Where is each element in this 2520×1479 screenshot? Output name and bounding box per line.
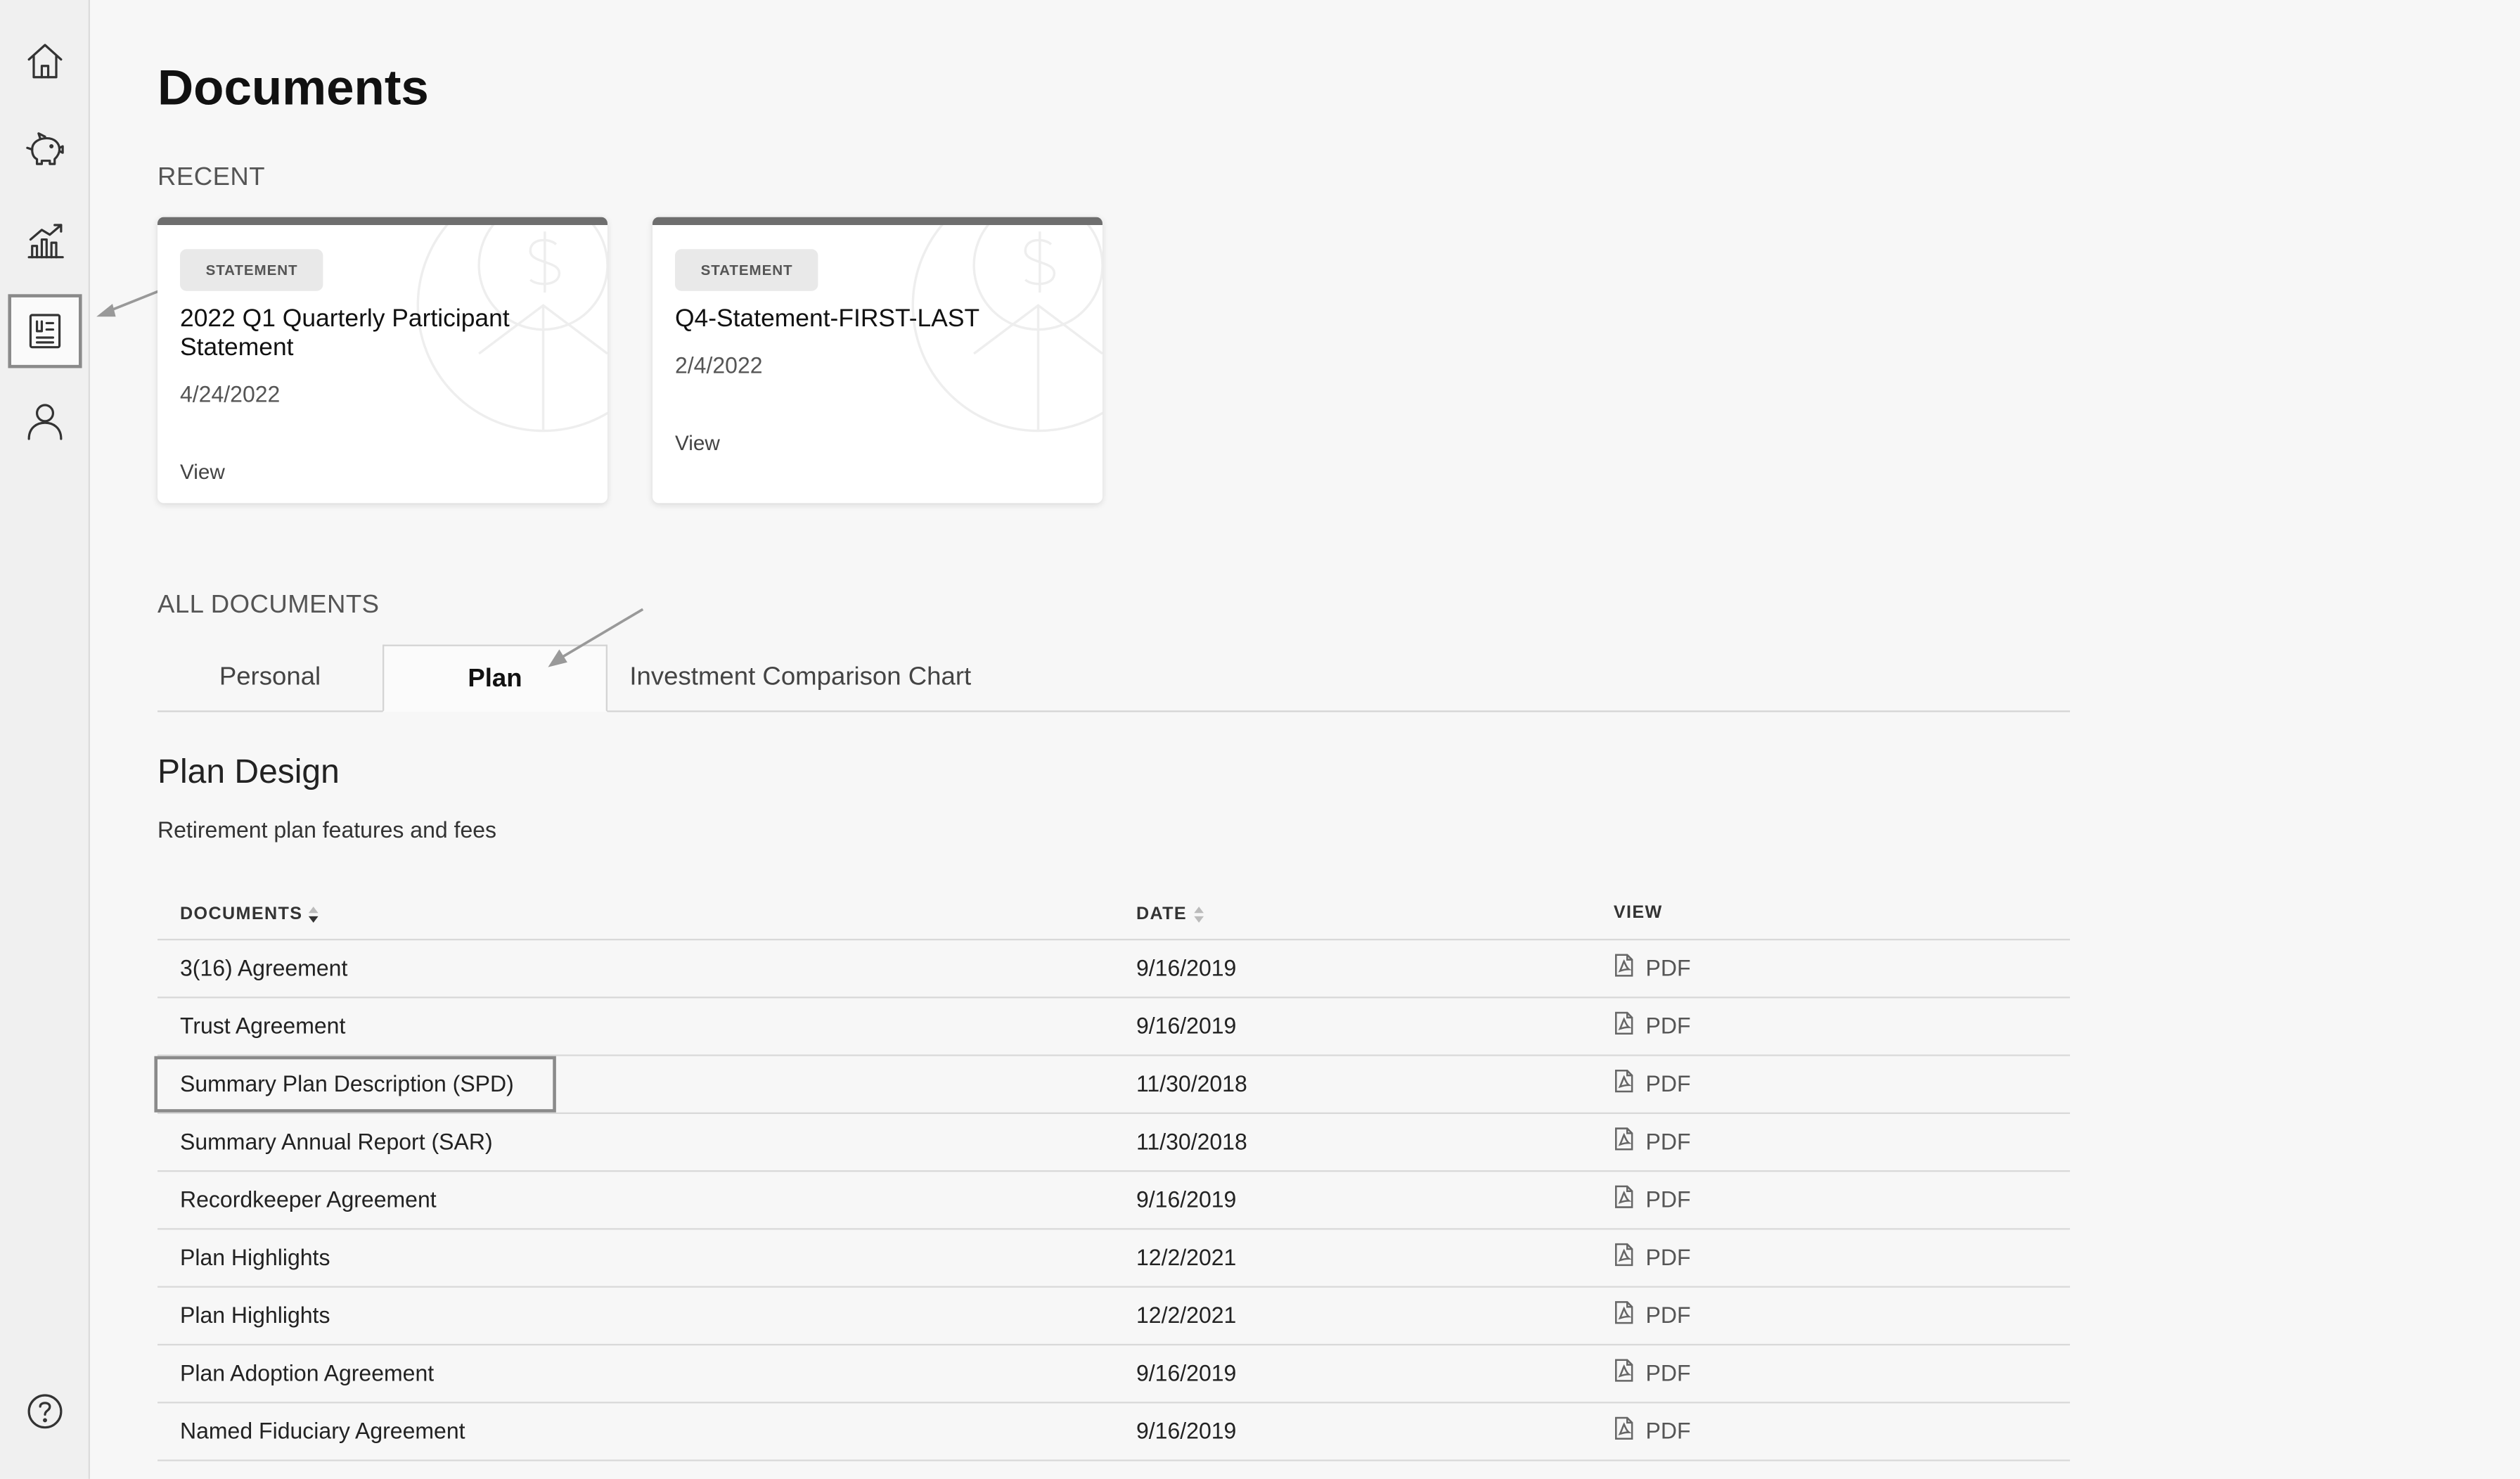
document-date: 11/30/2018	[1136, 1128, 1247, 1155]
pdf-link[interactable]: PDF	[1614, 998, 1691, 1054]
group-title: Plan Design	[157, 753, 340, 791]
recent-label: RECENT	[157, 164, 266, 191]
column-header-label: DATE	[1136, 904, 1188, 925]
pdf-link-label: PDF	[1645, 1359, 1691, 1386]
pdf-link[interactable]: PDF	[1614, 940, 1691, 997]
table-row: Plan Adoption Agreement 9/16/2019 PDF	[157, 1345, 2070, 1404]
document-date: 12/2/2021	[1136, 1244, 1237, 1270]
documents-icon	[29, 314, 61, 349]
chart-icon	[27, 224, 64, 259]
nav-performance[interactable]	[8, 204, 82, 278]
document-name[interactable]: Plan Highlights	[180, 1288, 330, 1344]
home-icon	[27, 44, 63, 79]
document-date: 9/16/2019	[1136, 1186, 1237, 1212]
group-subtitle: Retirement plan features and fees	[157, 817, 497, 843]
pdf-link-label: PDF	[1645, 1244, 1691, 1270]
pdf-link-label: PDF	[1645, 1128, 1691, 1155]
pdf-link-label: PDF	[1645, 1302, 1691, 1328]
card-view-link[interactable]: View	[180, 460, 225, 484]
card-badge: STATEMENT	[179, 249, 324, 291]
document-name[interactable]: Summary Annual Report (SAR)	[180, 1114, 493, 1170]
pdf-link[interactable]: PDF	[1614, 1114, 1691, 1170]
documents-table: DOCUMENTS DATE VIEW 3(16) Agreement 9/16/…	[157, 894, 2070, 1461]
column-header-date[interactable]: DATE	[1136, 904, 1204, 926]
card-title[interactable]: Q4-Statement-FIRST-LAST	[675, 305, 1061, 334]
table-row: 3(16) Agreement 9/16/2019 PDF	[157, 940, 2070, 999]
table-row: Named Fiduciary Agreement 9/16/2019 PDF	[157, 1403, 2070, 1461]
card-badge: STATEMENT	[674, 249, 819, 291]
page-title: Documents	[157, 59, 429, 116]
sort-icon	[1193, 907, 1203, 923]
nav-savings[interactable]	[8, 114, 82, 188]
document-date: 9/16/2019	[1136, 1012, 1237, 1039]
pdf-link-label: PDF	[1645, 1012, 1691, 1039]
card-view-link[interactable]: View	[675, 431, 720, 455]
page: Documents RECENT STATEMENT 2022 Q1 Quart…	[0, 0, 2520, 1479]
column-header-label: DOCUMENTS	[179, 904, 303, 925]
pdf-file-icon	[1614, 1115, 1635, 1151]
document-date: 9/16/2019	[1136, 1359, 1237, 1386]
pdf-link[interactable]: PDF	[1614, 1288, 1691, 1344]
pdf-file-icon	[1614, 1058, 1635, 1093]
card-title[interactable]: 2022 Q1 Quarterly Participant Statement	[180, 305, 566, 363]
document-name[interactable]: Named Fiduciary Agreement	[180, 1403, 465, 1459]
pdf-link-label: PDF	[1645, 1070, 1691, 1096]
nav-help[interactable]	[8, 1374, 82, 1448]
document-name[interactable]: Recordkeeper Agreement	[180, 1172, 437, 1228]
profile-icon	[27, 404, 63, 440]
table-row: Plan Highlights 12/2/2021 PDF	[157, 1288, 2070, 1346]
table-row: Recordkeeper Agreement 9/16/2019 PDF	[157, 1172, 2070, 1230]
tab-personal[interactable]: Personal	[158, 645, 382, 711]
pdf-file-icon	[1614, 1405, 1635, 1440]
help-icon	[27, 1394, 63, 1429]
pdf-link[interactable]: PDF	[1614, 1172, 1691, 1228]
nav-home[interactable]	[8, 24, 82, 98]
document-name[interactable]: Plan Adoption Agreement	[180, 1345, 434, 1402]
recent-card[interactable]: STATEMENT Q4-Statement-FIRST-LAST 2/4/20…	[652, 217, 1102, 504]
table-header: DOCUMENTS DATE VIEW	[157, 894, 2070, 941]
pdf-link-label: PDF	[1645, 1186, 1691, 1212]
sidebar	[0, 0, 90, 1479]
tab-plan[interactable]: Plan	[382, 644, 608, 712]
table-body: 3(16) Agreement 9/16/2019 PDF Trust Agreeme…	[157, 940, 2070, 1461]
all-documents-label: ALL DOCUMENTS	[157, 591, 380, 619]
pdf-file-icon	[1614, 1231, 1635, 1267]
document-name[interactable]: Plan Highlights	[180, 1230, 330, 1286]
card-date: 2/4/2022	[674, 352, 763, 378]
document-name[interactable]: Trust Agreement	[180, 998, 345, 1054]
nav-documents[interactable]	[8, 294, 82, 369]
card-date: 4/24/2022	[179, 380, 281, 407]
recent-card[interactable]: STATEMENT 2022 Q1 Quarterly Participant …	[157, 217, 608, 504]
tab-investment-comparison-chart[interactable]: Investment Comparison Chart	[608, 645, 994, 711]
pdf-link[interactable]: PDF	[1614, 1056, 1691, 1113]
document-name[interactable]: Summary Plan Description (SPD)	[180, 1056, 514, 1113]
pdf-link[interactable]: PDF	[1614, 1403, 1691, 1459]
document-name[interactable]: 3(16) Agreement	[180, 940, 347, 997]
column-header-view: VIEW	[1613, 903, 1663, 923]
pdf-link[interactable]: PDF	[1614, 1230, 1691, 1286]
table-row: Summary Plan Description (SPD) 11/30/2018…	[157, 1056, 2070, 1114]
sort-desc-icon	[309, 907, 319, 923]
table-row: Summary Annual Report (SAR) 11/30/2018 PDF	[157, 1114, 2070, 1172]
document-date: 12/2/2021	[1136, 1302, 1237, 1328]
piggy-bank-icon	[26, 132, 64, 165]
pdf-file-icon	[1614, 1174, 1635, 1208]
pdf-link-label: PDF	[1645, 1417, 1691, 1444]
table-row: Plan Highlights 12/2/2021 PDF	[157, 1230, 2070, 1288]
pdf-link[interactable]: PDF	[1614, 1345, 1691, 1402]
pdf-file-icon	[1614, 942, 1635, 977]
pdf-file-icon	[1614, 1347, 1635, 1382]
pdf-link-label: PDF	[1645, 954, 1691, 981]
document-date: 9/16/2019	[1136, 1417, 1237, 1444]
table-row: Trust Agreement 9/16/2019 PDF	[157, 998, 2070, 1056]
pdf-file-icon	[1614, 1000, 1635, 1035]
document-tabs: Personal Plan Investment Comparison Char…	[157, 644, 2070, 712]
nav-profile[interactable]	[8, 384, 82, 458]
pdf-file-icon	[1614, 1289, 1635, 1324]
column-header-documents[interactable]: DOCUMENTS	[180, 904, 321, 926]
document-date: 11/30/2018	[1136, 1070, 1247, 1096]
document-date: 9/16/2019	[1136, 954, 1237, 981]
